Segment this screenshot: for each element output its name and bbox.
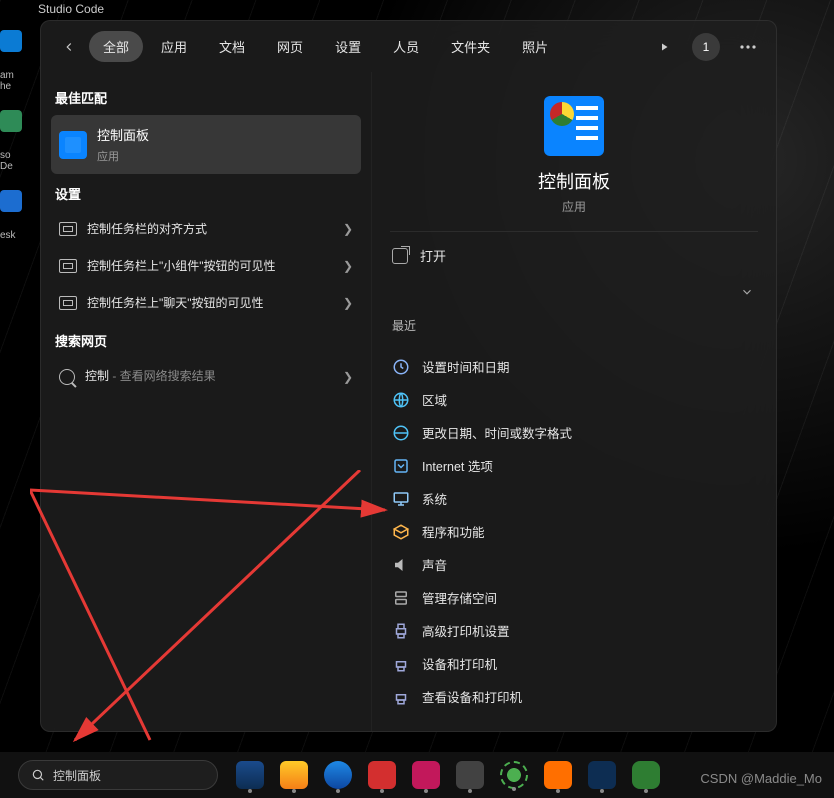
taskbar-explorer[interactable]: [280, 761, 308, 789]
recent-item[interactable]: 系统: [390, 482, 758, 515]
speaker-icon: [392, 556, 410, 574]
search-panel: 全部 应用 文档 网页 设置 人员 文件夹 照片 1 最佳匹配 控制面板: [40, 20, 777, 732]
search-value: 控制面板: [53, 767, 101, 784]
recent-list: 设置时间和日期 区域 更改日期、时间或数字格式 Internet 选项 系统 程…: [390, 350, 758, 713]
taskbar-app[interactable]: [456, 761, 484, 789]
play-icon[interactable]: [650, 33, 678, 61]
filter-tabs: 全部 应用 文档 网页 设置 人员 文件夹 照片: [89, 31, 644, 62]
web-result[interactable]: 控制 - 查看网络搜索结果 ❯: [51, 358, 361, 395]
storage-icon: [392, 589, 410, 607]
setting-icon: [59, 222, 77, 236]
more-icon[interactable]: [734, 33, 762, 61]
open-button[interactable]: 打开: [390, 232, 758, 279]
setting-item[interactable]: 控制任务栏的对齐方式 ❯: [51, 211, 361, 248]
best-match-sub: 应用: [97, 148, 149, 164]
open-icon: [392, 248, 408, 264]
desktop-icon[interactable]: [0, 30, 22, 52]
internet-icon: [392, 457, 410, 475]
tab-web[interactable]: 网页: [263, 31, 317, 62]
control-panel-large-icon: [544, 96, 604, 156]
tab-all[interactable]: 全部: [89, 31, 143, 62]
studio-code-shortcut: Studio Code: [38, 2, 104, 16]
chevron-right-icon: ❯: [343, 222, 353, 236]
notification-badge[interactable]: 1: [692, 33, 720, 61]
chevron-right-icon: ❯: [343, 296, 353, 310]
monitor-icon: [392, 490, 410, 508]
recent-item[interactable]: 管理存储空间: [390, 581, 758, 614]
preview-title: 控制面板: [538, 168, 610, 194]
recent-item[interactable]: 更改日期、时间或数字格式: [390, 416, 758, 449]
recent-item[interactable]: 设置时间和日期: [390, 350, 758, 383]
setting-icon: [59, 296, 77, 310]
box-icon: [392, 523, 410, 541]
recent-item[interactable]: 查看设备和打印机: [390, 680, 758, 713]
settings-heading: 设置: [55, 184, 357, 203]
control-panel-icon: [59, 131, 87, 159]
preview-sub: 应用: [562, 198, 586, 215]
recent-item[interactable]: 区域: [390, 383, 758, 416]
best-match-heading: 最佳匹配: [55, 88, 357, 107]
chevron-right-icon: ❯: [343, 370, 353, 384]
printer-icon: [392, 655, 410, 673]
desktop-shortcuts: amhe soDe esk: [0, 30, 22, 241]
desktop-icon[interactable]: [0, 190, 22, 212]
recent-item[interactable]: 高级打印机设置: [390, 614, 758, 647]
printer-icon: [392, 622, 410, 640]
taskbar-app[interactable]: [412, 761, 440, 789]
tab-settings[interactable]: 设置: [321, 31, 375, 62]
web-heading: 搜索网页: [55, 331, 357, 350]
best-match-title: 控制面板: [97, 125, 149, 144]
taskbar-app[interactable]: [544, 761, 572, 789]
watermark: CSDN @Maddie_Mo: [700, 771, 822, 786]
taskbar-edge[interactable]: [324, 761, 352, 789]
tab-folders[interactable]: 文件夹: [437, 31, 504, 62]
tab-people[interactable]: 人员: [379, 31, 433, 62]
globe-icon: [392, 391, 410, 409]
setting-item[interactable]: 控制任务栏上"聊天"按钮的可见性 ❯: [51, 285, 361, 322]
tab-docs[interactable]: 文档: [205, 31, 259, 62]
taskbar-app[interactable]: [368, 761, 396, 789]
clock-icon: [392, 358, 410, 376]
recent-item[interactable]: Internet 选项: [390, 449, 758, 482]
taskbar-search[interactable]: 控制面板: [18, 760, 218, 790]
setting-icon: [59, 259, 77, 273]
setting-item[interactable]: 控制任务栏上"小组件"按钮的可见性 ❯: [51, 248, 361, 285]
desktop-icon[interactable]: [0, 110, 22, 132]
globe-icon: [392, 424, 410, 442]
printer-icon: [392, 688, 410, 706]
recent-item[interactable]: 设备和打印机: [390, 647, 758, 680]
chevron-right-icon: ❯: [343, 259, 353, 273]
search-icon: [59, 369, 75, 385]
tab-apps[interactable]: 应用: [147, 31, 201, 62]
taskbar-photoshop[interactable]: [588, 761, 616, 789]
best-match-result[interactable]: 控制面板 应用: [51, 115, 361, 174]
taskbar-wechat[interactable]: [632, 761, 660, 789]
taskbar-app[interactable]: [236, 761, 264, 789]
back-button[interactable]: [55, 33, 83, 61]
tab-photos[interactable]: 照片: [508, 31, 562, 62]
recent-item[interactable]: 声音: [390, 548, 758, 581]
expand-toggle[interactable]: [390, 279, 758, 301]
recent-item[interactable]: 程序和功能: [390, 515, 758, 548]
taskbar-app[interactable]: [500, 761, 528, 789]
recent-heading: 最近: [392, 317, 756, 334]
